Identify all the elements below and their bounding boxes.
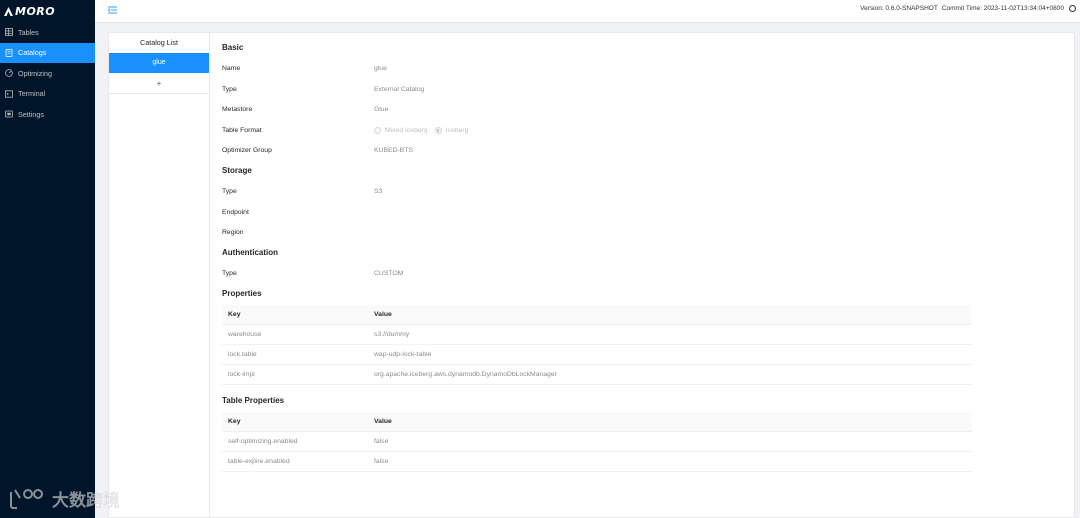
terminal-icon [5, 89, 13, 98]
field-label: Type [222, 188, 237, 196]
section-title-basic: Basic [222, 43, 244, 52]
cell-value: false [368, 431, 972, 452]
table-properties-table: Key Value self-optimizing.enabled false … [222, 411, 972, 472]
table-header-row: Key Value [222, 411, 972, 432]
table-row: warehouse s3://dummy [222, 324, 972, 345]
radio-label: Iceberg [445, 126, 469, 134]
main-content: Catalog List glue + Basic Name glue Type… [108, 32, 1075, 518]
field-value: glue [374, 65, 387, 73]
field-label: Type [222, 270, 237, 278]
cell-value: wap-udp-lock-table [368, 344, 972, 365]
app-logo[interactable]: MORO [0, 0, 95, 22]
field-value: KUBED-BTS [374, 147, 413, 155]
field-label: Table Format [222, 126, 262, 134]
sidebar-item-label: Catalogs [18, 48, 47, 57]
watermark-logo: 大数跨境 [8, 486, 143, 512]
radio-circle-icon [374, 126, 381, 134]
catalog-list-title: Catalog List [140, 38, 178, 47]
sidebar-menu: Tables Catalogs Optimizing Terminal Sett… [0, 22, 95, 124]
field-label: Type [222, 85, 237, 93]
field-endpoint: Endpoint [222, 202, 1072, 223]
cell-key: lock.table [222, 344, 368, 365]
field-value: External Catalog [374, 85, 425, 93]
sidebar: MORO Tables Catalogs Optimizing Terminal [0, 0, 95, 518]
section-title-storage: Storage [222, 166, 252, 175]
field-table-format: Table Format Mixed Iceberg Iceberg [222, 120, 1072, 141]
sidebar-item-label: Settings [18, 109, 44, 119]
field-optimizer-group: Optimizer Group KUBED-BTS [222, 141, 1072, 162]
sidebar-item-terminal[interactable]: Terminal [0, 84, 95, 104]
cell-value: org.apache.iceberg.aws.dynamodb.DynamoDb… [368, 364, 972, 385]
catalog-item-glue[interactable]: glue [109, 53, 209, 73]
field-value: S3 [374, 188, 383, 196]
field-value: Glue [374, 106, 389, 114]
section-title-properties: Properties [222, 289, 262, 298]
table-row: lock-impl org.apache.iceberg.aws.dynamod… [222, 364, 972, 385]
commit-time-text: Commit Time: 2023-11-02T13:34:04+0800 [941, 5, 1064, 13]
column-header-value: Value [368, 304, 972, 325]
version-text: Version: 0.6.0-SNAPSHOT [860, 5, 938, 13]
table-header-row: Key Value [222, 304, 972, 325]
sidebar-item-label: Tables [18, 27, 39, 37]
section-title-authentication: Authentication [222, 248, 278, 257]
column-header-key: Key [222, 411, 368, 432]
catalog-list-panel: Catalog List glue + [109, 33, 210, 518]
catalog-detail: Basic Name glue Type External Catalog Me… [222, 33, 1072, 478]
cell-key: warehouse [222, 324, 368, 345]
properties-table: Key Value warehouse s3://dummy lock.tabl… [222, 304, 972, 385]
field-label: Optimizer Group [222, 147, 272, 155]
sidebar-item-label: Terminal [18, 89, 46, 98]
field-region: Region [222, 223, 1072, 244]
field-metastore: Metastore Glue [222, 100, 1072, 121]
menu-toggle-icon[interactable] [108, 6, 117, 14]
logo-mark-icon [4, 6, 13, 16]
field-label: Region [222, 229, 244, 237]
sidebar-item-label: Optimizing [18, 68, 52, 78]
field-label: Name [222, 65, 241, 73]
section-title-table-properties: Table Properties [222, 396, 285, 405]
cell-key: self-optimizing.enabled [222, 431, 368, 452]
add-catalog-button[interactable]: + [109, 73, 209, 94]
cell-value: s3://dummy [368, 324, 972, 345]
field-type: Type External Catalog [222, 79, 1072, 100]
field-label: Metastore [222, 106, 253, 114]
cell-key: table-expire.enabled [222, 451, 368, 472]
column-header-value: Value [368, 411, 972, 432]
field-name: Name glue [222, 59, 1072, 80]
top-header: Version: 0.6.0-SNAPSHOT Commit Time: 2023… [95, 0, 1080, 23]
field-label: Endpoint [222, 208, 249, 216]
table-row: self-optimizing.enabled false [222, 431, 972, 452]
sidebar-item-tables[interactable]: Tables [0, 22, 95, 42]
sidebar-item-settings[interactable]: Settings [0, 104, 95, 124]
watermark-graphic-icon: 大数跨境 [10, 489, 120, 511]
radio-label: Mixed Iceberg [385, 126, 428, 134]
sidebar-item-catalogs[interactable]: Catalogs [0, 42, 95, 63]
cell-key: lock-impl [222, 364, 368, 385]
gauge-icon [5, 69, 13, 77]
table-format-radio-group: Mixed Iceberg Iceberg [374, 126, 475, 134]
field-storage-type: Type S3 [222, 182, 1072, 203]
radio-mixed-iceberg[interactable]: Mixed Iceberg [374, 126, 428, 134]
field-value: CUSTOM [374, 270, 404, 278]
version-info: Version: 0.6.0-SNAPSHOT Commit Time: 2023… [860, 5, 1080, 12]
column-header-key: Key [222, 304, 368, 325]
cell-value: false [368, 451, 972, 472]
help-icon[interactable] [1069, 5, 1076, 12]
settings-icon [5, 110, 13, 118]
sidebar-item-optimizing[interactable]: Optimizing [0, 63, 95, 83]
table-row: table-expire.enabled false [222, 451, 972, 472]
svg-text:大数跨境: 大数跨境 [52, 490, 120, 511]
radio-iceberg[interactable]: Iceberg [434, 126, 469, 134]
book-icon [5, 48, 13, 57]
logo-text: MORO [15, 4, 56, 18]
table-row: lock.table wap-udp-lock-table [222, 344, 972, 365]
radio-checked-icon [434, 126, 442, 134]
table-icon [5, 28, 13, 36]
field-auth-type: Type CUSTOM [222, 264, 1072, 285]
